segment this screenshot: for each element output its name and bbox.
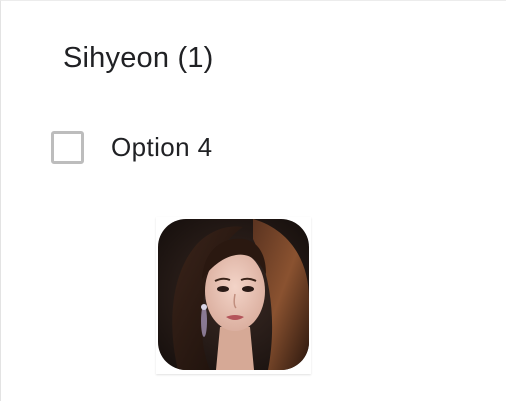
question-card: Sihyeon (1) Option 4 xyxy=(0,0,506,401)
option-label: Option 4 xyxy=(111,132,213,162)
option-checkbox[interactable] xyxy=(51,130,84,164)
question-title: Sihyeon (1) xyxy=(63,42,214,74)
portrait-image xyxy=(158,219,309,370)
option-image-frame xyxy=(156,217,311,374)
option-row[interactable]: Option 4 xyxy=(51,127,213,167)
